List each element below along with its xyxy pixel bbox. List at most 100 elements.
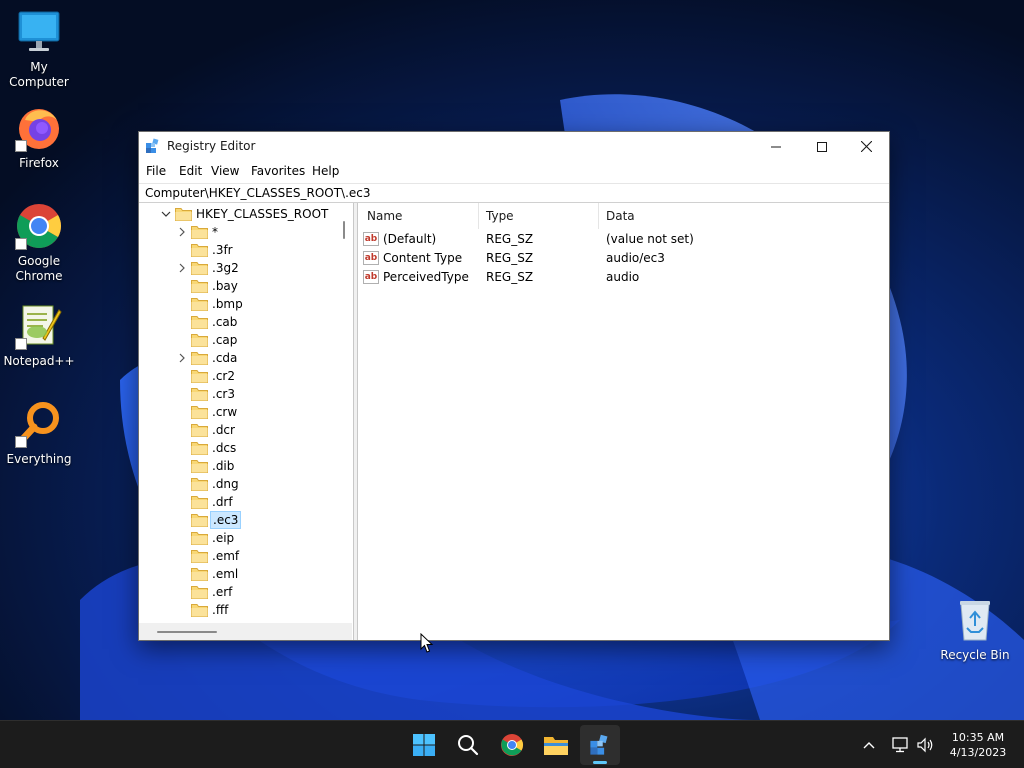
values-list[interactable]: Name Type Data ab (Default) REG_SZ (value n… [359, 203, 889, 640]
tree-node[interactable]: .emf [177, 547, 337, 565]
desktop-icon-chrome[interactable]: Google Chrome [1, 202, 77, 284]
column-label: Data [606, 209, 635, 223]
scrollbar-thumb[interactable] [157, 631, 217, 633]
chevron-right-icon[interactable] [177, 259, 187, 277]
tree-node-label: .ec3 [210, 511, 242, 529]
pane-splitter[interactable] [354, 203, 358, 640]
address-bar[interactable]: Computer\HKEY_CLASSES_ROOT\.ec3 [139, 183, 889, 203]
tree-node[interactable]: .cr2 [177, 367, 337, 385]
registry-editor-window[interactable]: Registry Editor File Edit View Favorites… [138, 131, 890, 641]
tree-node-label: .dib [212, 459, 235, 473]
tree-node-label: .eml [212, 567, 239, 581]
tree-node[interactable]: .drf [177, 493, 337, 511]
tree-node[interactable]: .crw [177, 403, 337, 421]
tree-node[interactable]: .eml [177, 565, 337, 583]
tree-node[interactable]: .cab [177, 313, 337, 331]
tree-node[interactable]: .cda [177, 349, 337, 367]
maximize-button[interactable] [799, 132, 845, 161]
folder-icon [191, 315, 208, 329]
tree-node[interactable]: .dib [177, 457, 337, 475]
tree-node-label: .3g2 [212, 261, 239, 275]
menu-help[interactable]: Help [312, 164, 339, 178]
tree-node[interactable]: .dcs [177, 439, 337, 457]
tree-node[interactable]: .3g2 [177, 259, 337, 277]
desktop-icon-everything[interactable]: Everything [1, 400, 77, 467]
tree-node[interactable]: .bmp [177, 295, 337, 313]
menu-favorites[interactable]: Favorites [251, 164, 305, 178]
taskbar-registry-editor[interactable] [580, 725, 620, 765]
chevron-down-icon[interactable] [161, 205, 171, 223]
scrollbar-thumb[interactable] [343, 221, 345, 239]
key-tree[interactable]: HKEY_CLASSES_ROOT * .3fr .3g2 .bay .bmp .cab .c… [139, 203, 354, 640]
value-name: Content Type [383, 251, 463, 265]
volume-icon [917, 737, 933, 753]
value-name: PerceivedType [383, 270, 469, 284]
tree-horizontal-scrollbar[interactable] [139, 623, 352, 640]
chevron-right-icon[interactable] [177, 223, 187, 241]
tree-node-label: .bmp [212, 297, 243, 311]
tree-node-label: * [212, 225, 218, 239]
search-button[interactable] [448, 725, 488, 765]
tree-node[interactable]: .cr3 [177, 385, 337, 403]
tree-node[interactable]: .cap [177, 331, 337, 349]
window-title: Registry Editor [167, 139, 256, 153]
chevron-right-icon[interactable] [177, 349, 187, 367]
start-button[interactable] [404, 725, 444, 765]
column-header-type[interactable]: Type [479, 203, 599, 229]
menu-edit[interactable]: Edit [179, 164, 202, 178]
value-type: REG_SZ [486, 232, 534, 246]
minimize-button[interactable] [753, 132, 799, 161]
address-path[interactable]: Computer\HKEY_CLASSES_ROOT\.ec3 [145, 186, 371, 200]
value-row[interactable]: ab (Default) REG_SZ (value not set) [359, 230, 889, 249]
value-data: audio [606, 270, 640, 284]
folder-icon [191, 459, 208, 473]
desktop-icon-recycle-bin[interactable]: Recycle Bin [937, 596, 1013, 663]
column-header-data[interactable]: Data [599, 203, 887, 229]
file-explorer-icon [544, 737, 568, 755]
value-data: (value not set) [606, 232, 694, 246]
start-icon [413, 734, 435, 756]
folder-icon [191, 369, 208, 383]
tree-node[interactable]: .bay [177, 277, 337, 295]
tree-node[interactable]: .erf [177, 583, 337, 601]
network-button[interactable] [890, 735, 910, 755]
value-row[interactable]: ab PerceivedType REG_SZ audio [359, 268, 889, 287]
tree-node[interactable]: .ec3 [177, 511, 337, 529]
tree-node-root[interactable]: HKEY_CLASSES_ROOT [161, 205, 337, 223]
chevron-up-icon [863, 742, 875, 749]
title-bar[interactable]: Registry Editor [139, 132, 889, 161]
tree-node[interactable]: .dng [177, 475, 337, 493]
system-clock[interactable]: 10:35 AM 4/13/2023 [940, 730, 1016, 760]
desktop-icon-firefox[interactable]: Firefox [1, 104, 77, 171]
tree-node[interactable]: .dcr [177, 421, 337, 439]
value-type: REG_SZ [486, 270, 534, 284]
value-name: (Default) [383, 232, 437, 246]
tree-node-label: .cab [212, 315, 238, 329]
desktop-icon-my-computer[interactable]: My Computer [1, 8, 77, 90]
tree-node-label: .cr3 [212, 387, 235, 401]
tree-node[interactable]: .3fr [177, 241, 337, 259]
tree-node-label: .drf [212, 495, 233, 509]
tree-node-label: .dng [212, 477, 239, 491]
show-hidden-icons-button[interactable] [859, 735, 879, 755]
taskbar-chrome[interactable] [492, 725, 532, 765]
firefox-icon [15, 104, 63, 152]
tree-node[interactable]: .fff [177, 601, 337, 619]
menu-view[interactable]: View [211, 164, 239, 178]
tree-vertical-scrollbar[interactable] [338, 203, 352, 623]
volume-button[interactable] [915, 735, 935, 755]
folder-icon [191, 297, 208, 311]
tree-node[interactable]: .eip [177, 529, 337, 547]
close-button[interactable] [843, 132, 889, 161]
tree-node-label: .bay [212, 279, 238, 293]
column-header-name[interactable]: Name [359, 203, 479, 229]
tree-node-label: .crw [212, 405, 238, 419]
tree-node[interactable]: * [177, 223, 337, 241]
chrome-icon [501, 734, 523, 756]
value-row[interactable]: ab Content Type REG_SZ audio/ec3 [359, 249, 889, 268]
desktop-icon-notepad-plus-plus[interactable]: Notepad++ [1, 302, 77, 369]
menu-file[interactable]: File [146, 164, 166, 178]
taskbar-file-explorer[interactable] [536, 725, 576, 765]
notepad-plus-plus-icon [15, 302, 63, 350]
search-icon [458, 735, 479, 756]
